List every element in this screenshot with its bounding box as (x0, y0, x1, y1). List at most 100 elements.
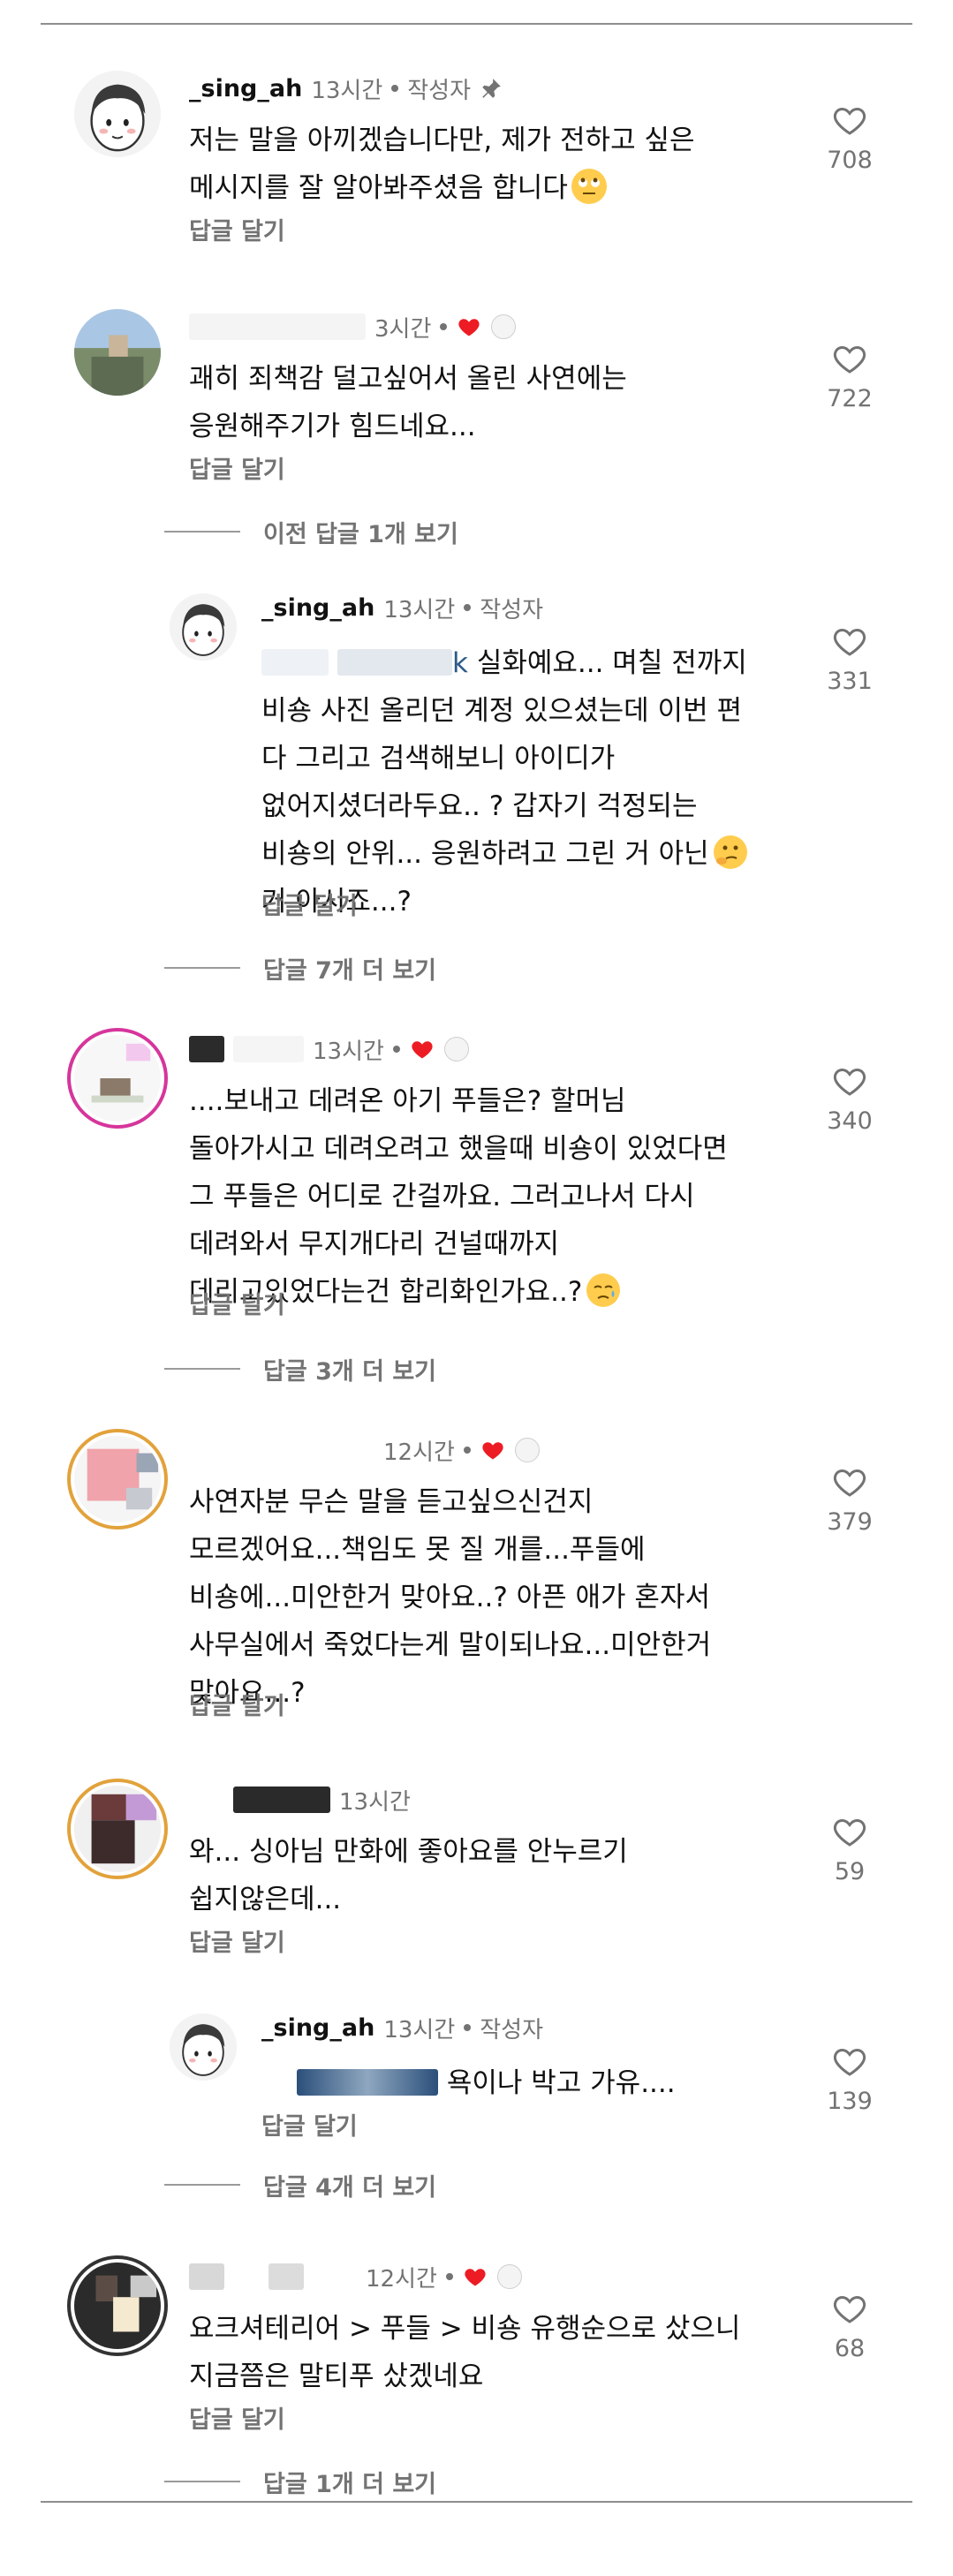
like-button[interactable]: 722 (823, 341, 876, 412)
hidden-mention (261, 649, 329, 676)
reply-button[interactable]: 답글 달기 (189, 1286, 285, 1320)
comment-text-line: 사연자분 무슨 말을 듣고싶으신건지 (189, 1486, 594, 1518)
like-count: 59 (834, 1858, 866, 1885)
comment-text-line: 괘히 죄책감 덜고싶어서 올린 사연에는 (189, 363, 627, 395)
like-count: 379 (827, 1508, 873, 1536)
comment-time: 13시간 (313, 1038, 384, 1065)
avatar[interactable] (74, 1436, 161, 1522)
separator-dot (391, 85, 399, 92)
divider-line (164, 1368, 240, 1370)
reply-button[interactable]: 답글 달기 (189, 212, 285, 246)
heart-outline-icon (833, 345, 866, 374)
cartoon-avatar-icon (170, 2013, 237, 2081)
view-replies-label: 답글 7개 더 보기 (263, 956, 437, 985)
hidden-username (233, 1036, 304, 1062)
view-replies-label: 답글 4개 더 보기 (263, 2173, 437, 2202)
comment-text-line: 와... 싱아님 만화에 좋아요를 안누르기 (189, 1836, 628, 1868)
cartoon-avatar-icon (74, 71, 161, 157)
like-button[interactable]: 331 (823, 623, 876, 695)
author-tag: 작성자 (480, 2016, 544, 2043)
author-tag: 작성자 (480, 596, 544, 623)
like-count: 340 (827, 1107, 873, 1135)
comment-time: 13시간 (311, 77, 383, 104)
username[interactable]: _sing_ah (261, 2014, 374, 2042)
hidden-username (189, 1036, 224, 1062)
mention-suffix[interactable]: k (452, 647, 468, 679)
avatar[interactable] (74, 309, 161, 396)
rolling-eyes-emoji-icon (571, 169, 607, 204)
thinking-face-emoji-icon (713, 835, 748, 870)
avatar[interactable] (170, 593, 237, 661)
view-previous-replies-button[interactable]: 이전 답글 1개 보기 (164, 514, 458, 549)
username[interactable]: _sing_ah (189, 75, 302, 102)
username[interactable]: _sing_ah (261, 594, 374, 622)
separator-dot (440, 323, 448, 330)
creator-mini-avatar-icon (491, 314, 517, 339)
like-button[interactable]: 68 (823, 2291, 876, 2362)
like-count: 139 (827, 2088, 873, 2115)
cartoon-avatar-icon (170, 593, 237, 661)
view-more-replies-button[interactable]: 답글 7개 더 보기 (164, 950, 436, 986)
comment-text-line: 요크셔테리어 > 푸들 > 비숑 유행순으로 샀으니 (189, 2313, 741, 2345)
like-button[interactable]: 340 (823, 1063, 876, 1135)
photo-avatar-icon (74, 1436, 161, 1522)
comment-text-line: ....보내고 데려온 아기 푸들은? 할머님 (189, 1085, 626, 1117)
comment-time: 13시간 (339, 1788, 411, 1816)
comment-time: 3시간 (374, 315, 432, 343)
reply-button[interactable]: 답글 달기 (189, 2400, 285, 2435)
creator-liked-heart-icon (482, 1442, 503, 1460)
bottom-divider (41, 2501, 912, 2503)
avatar[interactable] (170, 2013, 237, 2081)
like-count: 68 (834, 2335, 866, 2362)
hidden-username (233, 1787, 330, 1813)
like-count: 722 (827, 385, 873, 412)
comment-text-line: 사무실에서 죽었다는게 말이되나요...미안한거 (189, 1629, 712, 1661)
comment-text-line: 비숑에...미안한거 맞아요..? 아픈 애가 혼자서 (189, 1582, 710, 1613)
hidden-username (189, 314, 366, 340)
creator-mini-avatar-icon (496, 2264, 522, 2289)
creator-liked-heart-icon (412, 1041, 433, 1059)
like-button[interactable]: 139 (823, 2043, 876, 2115)
like-button[interactable]: 59 (823, 1814, 876, 1885)
comment-text-line: 모르겠어요...책임도 못 질 개를...푸들에 (189, 1534, 646, 1566)
reply-button[interactable]: 답글 달기 (189, 1923, 285, 1958)
hidden-username (189, 2263, 224, 2290)
avatar[interactable] (74, 1035, 161, 1122)
reply-button[interactable]: 답글 달기 (189, 1687, 285, 1721)
comment-text-line: 비숑 사진 올리던 계정 있으셨는데 이번 편 (261, 695, 742, 727)
like-button[interactable]: 708 (823, 102, 876, 174)
comment-time: 12시간 (383, 1439, 455, 1466)
heart-outline-icon (833, 1469, 866, 1497)
like-button[interactable]: 379 (823, 1464, 876, 1536)
reply-button[interactable]: 답글 달기 (261, 887, 358, 921)
avatar[interactable] (74, 71, 161, 157)
hidden-username (189, 1437, 374, 1463)
separator-dot (392, 1046, 400, 1053)
separator-dot (463, 1447, 471, 1454)
avatar[interactable] (74, 2262, 161, 2349)
comment-text-line: 비숑의 안위... 응원하려고 그린 거 아닌 (261, 838, 709, 870)
view-more-replies-button[interactable]: 답글 4개 더 보기 (164, 2167, 436, 2202)
landscape-avatar-icon (74, 309, 161, 396)
hidden-mention (261, 2069, 297, 2096)
comment-text-line: 메시지를 잘 알아봐주셨음 합니다 (189, 172, 568, 204)
view-more-replies-button[interactable]: 답글 3개 더 보기 (164, 1351, 436, 1386)
pin-icon (482, 79, 501, 98)
like-count: 708 (827, 147, 873, 174)
view-more-replies-button[interactable]: 답글 1개 더 보기 (164, 2464, 436, 2499)
hidden-mention (337, 649, 452, 676)
creator-mini-avatar-icon (443, 1037, 469, 1061)
hidden-mention (297, 2069, 438, 2096)
heart-outline-icon (833, 107, 866, 135)
reply-button[interactable]: 답글 달기 (189, 450, 285, 485)
avatar[interactable] (74, 1786, 161, 1872)
heart-outline-icon (833, 2295, 866, 2323)
reply-button[interactable]: 답글 달기 (261, 2107, 358, 2142)
photo-avatar-icon (74, 1035, 161, 1122)
comment-time: 13시간 (383, 2016, 456, 2043)
separator-dot (464, 2024, 472, 2031)
comment-text-line: 다 그리고 검색해보니 아이디가 (261, 743, 616, 774)
comment-text-line: 없어지셨더라두요.. ? 갑자기 걱정되는 (261, 790, 698, 822)
comment-text-line: 데려와서 무지개다리 건널때까지 (189, 1228, 559, 1260)
divider-line (164, 2184, 240, 2186)
